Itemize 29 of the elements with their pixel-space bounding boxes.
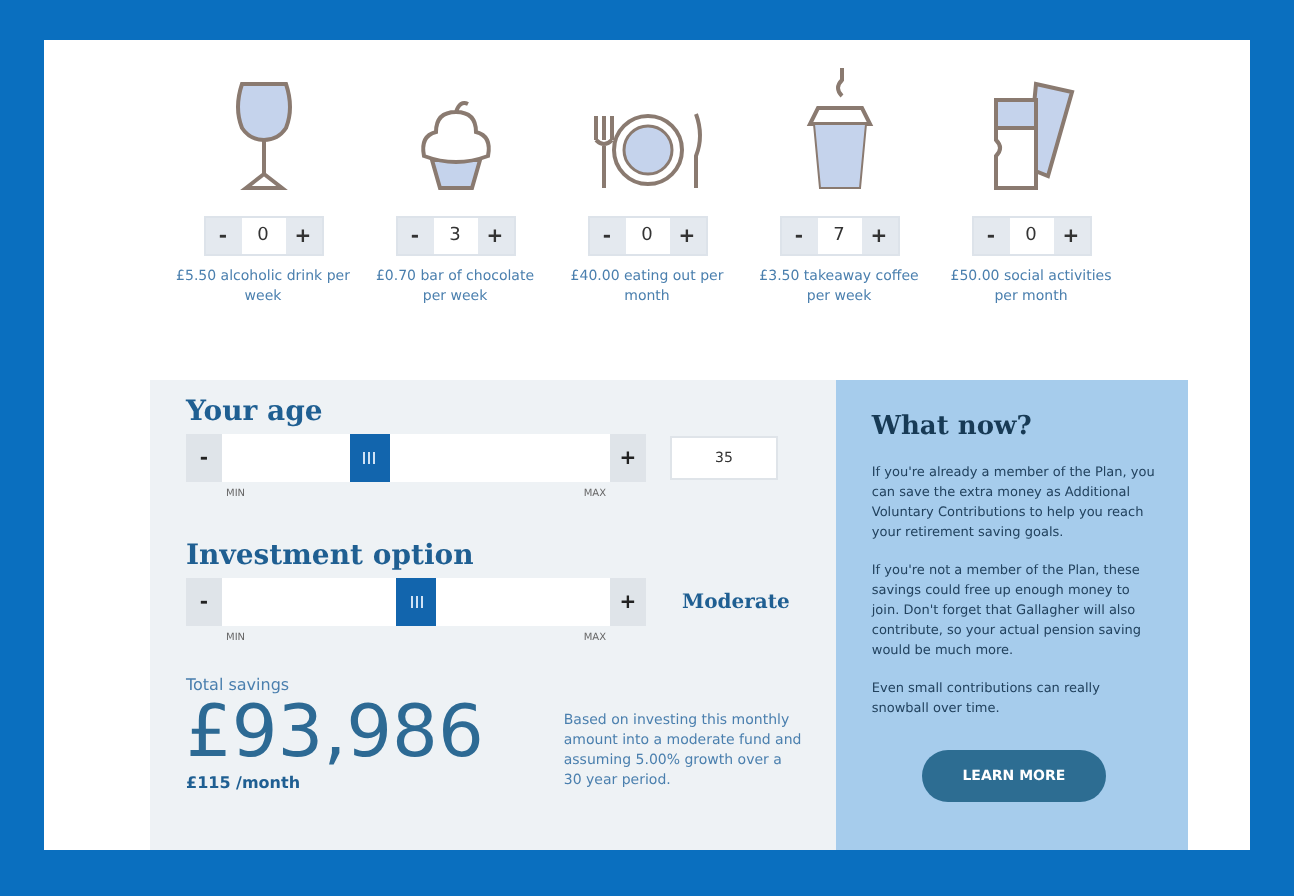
decrease-button[interactable]: -: [973, 218, 1009, 254]
increase-button[interactable]: +: [610, 578, 646, 626]
slider-thumb[interactable]: [349, 434, 390, 482]
increase-button[interactable]: +: [1053, 218, 1089, 254]
decrease-button[interactable]: -: [589, 218, 625, 254]
monthly-amount: £115 /month: [186, 774, 303, 792]
cupcake-icon: [415, 96, 495, 192]
slider-track[interactable]: - +: [186, 578, 646, 626]
increase-button[interactable]: +: [477, 218, 513, 254]
decrease-button[interactable]: -: [781, 218, 817, 254]
section-heading: Investment option: [186, 540, 476, 572]
increase-button[interactable]: +: [610, 434, 646, 482]
grip-icon: [409, 596, 423, 608]
coffee-cup-icon: [805, 64, 873, 192]
decrease-button[interactable]: -: [186, 578, 222, 626]
increase-button[interactable]: +: [669, 218, 705, 254]
increase-button[interactable]: +: [285, 218, 321, 254]
increase-button[interactable]: +: [861, 218, 897, 254]
decrease-button[interactable]: -: [205, 218, 241, 254]
decrease-button[interactable]: -: [397, 218, 433, 254]
total-label: Total savings: [186, 676, 292, 694]
slider-thumb[interactable]: [396, 578, 436, 626]
slider-track[interactable]: - +: [186, 434, 646, 482]
decrease-button[interactable]: -: [186, 434, 222, 482]
panel-heading: What now?: [871, 412, 1034, 442]
total-amount: £93,986: [186, 694, 484, 774]
grip-icon: [362, 452, 377, 464]
risk-reading: Moderate: [682, 591, 790, 613]
section-heading: Your age: [186, 396, 325, 428]
